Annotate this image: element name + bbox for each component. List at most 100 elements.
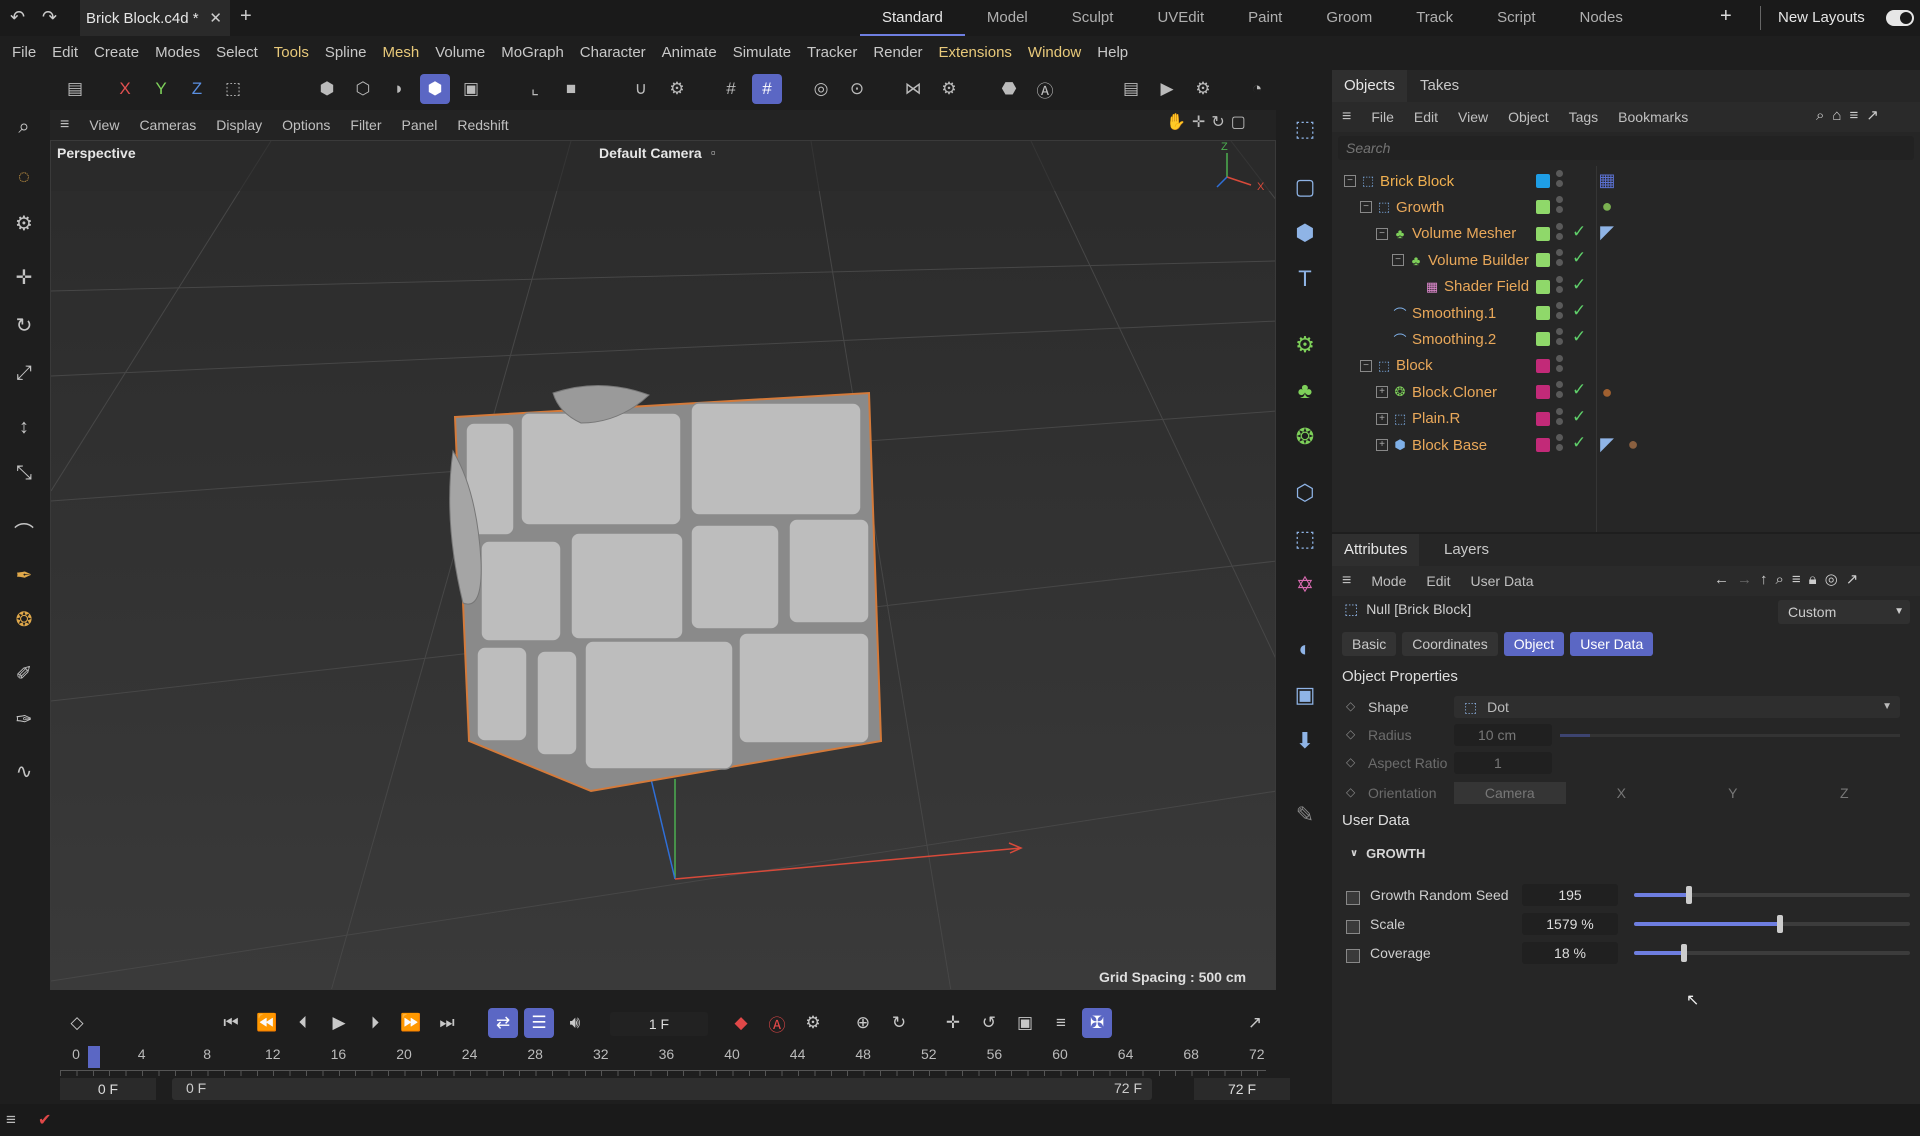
object-row[interactable]: ▦ Shader Field	[1332, 274, 1920, 300]
redshift-icon[interactable]: ◔	[1242, 74, 1272, 104]
menu-render[interactable]: Render	[865, 44, 930, 61]
material-tag-icon[interactable]: ●	[1622, 434, 1644, 456]
key-pla-icon[interactable]: ≡	[1046, 1008, 1076, 1038]
visibility-dots[interactable]	[1556, 170, 1564, 187]
layer-color-swatch[interactable]	[1536, 332, 1550, 347]
key-param-icon[interactable]: ▣	[1010, 1008, 1040, 1038]
menu-volume[interactable]: Volume	[427, 44, 493, 61]
growth-group-header[interactable]: ∨ GROWTH	[1350, 846, 1425, 861]
previous-frame-icon[interactable]: ⏴	[288, 1008, 318, 1038]
playhead[interactable]	[88, 1046, 100, 1068]
search-icon[interactable]: ⌕	[7, 110, 41, 144]
range-slider[interactable]: 0 F 72 F	[172, 1078, 1152, 1100]
layout-tab-paint[interactable]: Paint	[1226, 0, 1304, 36]
material-icon[interactable]: ✎	[1288, 798, 1322, 832]
tab-attributes[interactable]: Attributes	[1332, 534, 1420, 566]
visibility-dots[interactable]	[1556, 249, 1564, 267]
edges-mode-icon[interactable]: ⬡	[348, 74, 378, 104]
generator-icon[interactable]: ⚙	[1288, 328, 1322, 362]
orbit-icon[interactable]: ↻	[1211, 112, 1224, 132]
light-icon[interactable]: ⬇	[1288, 724, 1322, 758]
coordinate-system-icon[interactable]: ⬚	[218, 74, 248, 104]
axis-mode-icon[interactable]: ⌞	[520, 74, 550, 104]
layer-color-swatch[interactable]	[1536, 438, 1550, 452]
move-icon[interactable]: ✛	[7, 260, 41, 294]
aspect-ratio-field[interactable]: 1	[1454, 752, 1552, 774]
effector-icon[interactable]: ❂	[1288, 420, 1322, 454]
param-slider[interactable]	[1634, 944, 1910, 962]
viewport-menu-view[interactable]: View	[79, 117, 129, 133]
auto-mode-icon[interactable]: Ⓐ	[1030, 74, 1060, 104]
menu-tracker[interactable]: Tracker	[799, 44, 865, 61]
key-rotation-icon[interactable]: ↻	[884, 1008, 914, 1038]
objects-menu-tags[interactable]: Tags	[1559, 109, 1609, 125]
keyframe-icon[interactable]: ◇	[62, 1008, 92, 1038]
extrude-icon[interactable]: ⤡	[7, 456, 41, 490]
expand-toggle[interactable]: −	[1344, 175, 1356, 187]
menu-edit[interactable]: Edit	[44, 44, 86, 61]
layout-tab-track[interactable]: Track	[1394, 0, 1475, 36]
next-key-icon[interactable]: ⏩	[396, 1008, 426, 1038]
layout-tab-nodes[interactable]: Nodes	[1557, 0, 1644, 36]
object-row[interactable]: ⌒ Smoothing.2	[1332, 326, 1920, 352]
audio-scrub-icon[interactable]: ☰	[524, 1008, 554, 1038]
material-tag-icon[interactable]: ●	[1596, 382, 1618, 404]
menu-animate[interactable]: Animate	[654, 44, 725, 61]
visibility-dots[interactable]	[1556, 302, 1564, 319]
tab-objects[interactable]: Objects	[1332, 70, 1407, 102]
material-tag-icon[interactable]: ▦	[1596, 170, 1618, 192]
expand-toggle[interactable]: −	[1360, 201, 1372, 214]
sound-icon[interactable]: 🔊︎	[560, 1008, 590, 1038]
visibility-dots[interactable]	[1556, 381, 1564, 399]
mograph-cloner-icon[interactable]: ♣	[1288, 374, 1322, 408]
forward-arrow-icon[interactable]: →	[1737, 571, 1752, 588]
viewport-hamburger-icon[interactable]: ≡	[50, 116, 79, 134]
go-to-start-icon[interactable]: ⏮	[216, 1008, 246, 1038]
menu-tools[interactable]: Tools	[266, 44, 317, 61]
x-axis-lock-icon[interactable]: X	[110, 74, 140, 104]
attributes-menu-edit[interactable]: Edit	[1416, 573, 1460, 589]
layout-tab-standard[interactable]: Standard	[860, 0, 965, 36]
key-interp-icon[interactable]: ✠	[1082, 1008, 1112, 1038]
z-axis-lock-icon[interactable]: Z	[182, 74, 212, 104]
viewport-menu-redshift[interactable]: Redshift	[447, 117, 518, 133]
camera-label[interactable]: Default Camera	[599, 145, 702, 161]
selection-tools-icon[interactable]: ⚙	[7, 206, 41, 240]
layer-color-swatch[interactable]	[1536, 358, 1550, 373]
enabled-check-icon[interactable]: ✓	[1572, 248, 1586, 268]
tag-icon[interactable]: ◤	[1596, 222, 1618, 244]
transform-icon[interactable]: ↕	[7, 410, 41, 444]
move-camera-icon[interactable]: ✛	[1192, 112, 1205, 132]
f-curve-icon[interactable]: ↗	[1240, 1008, 1270, 1038]
points-mode-icon[interactable]: ⬢	[312, 74, 342, 104]
cube-icon[interactable]: ⬢	[1288, 216, 1322, 250]
record-icon[interactable]: ◆	[726, 1008, 756, 1038]
object-row[interactable]: − ⬚ Block	[1332, 353, 1920, 379]
undock-attributes-icon[interactable]: ↗	[1846, 570, 1859, 588]
param-slider-knob[interactable]	[1686, 886, 1693, 904]
key-move-icon[interactable]: ✛	[938, 1008, 968, 1038]
layer-color-swatch[interactable]	[1536, 200, 1550, 215]
layer-color-swatch[interactable]	[1536, 226, 1550, 241]
menu-select[interactable]: Select	[208, 44, 266, 61]
pan-icon[interactable]: ✋	[1166, 112, 1186, 132]
rotate-icon[interactable]: ↻	[7, 308, 41, 342]
maximize-view-icon[interactable]: ▢	[1231, 112, 1246, 132]
workplane-icon[interactable]: #	[752, 74, 782, 104]
objects-menu-view[interactable]: View	[1448, 109, 1498, 125]
menu-spline[interactable]: Spline	[317, 44, 375, 61]
objects-menu-object[interactable]: Object	[1498, 109, 1558, 125]
attributes-menu-user-data[interactable]: User Data	[1461, 573, 1544, 589]
autokey-icon[interactable]: Ⓐ	[762, 1008, 792, 1038]
null-object-icon[interactable]: ⬚	[1288, 112, 1322, 146]
menu-extensions[interactable]: Extensions	[931, 44, 1020, 61]
spline-pen-icon[interactable]: ✑	[7, 702, 41, 736]
key-settings-icon[interactable]: ⚙	[798, 1008, 828, 1038]
text-icon[interactable]: T	[1288, 262, 1322, 296]
param-value-field[interactable]: 195	[1522, 884, 1618, 906]
radius-slider[interactable]	[1560, 733, 1900, 737]
enabled-check-icon[interactable]: ✓	[1572, 380, 1586, 400]
layer-color-swatch[interactable]	[1536, 385, 1550, 400]
visibility-dots[interactable]	[1556, 275, 1564, 293]
expand-toggle[interactable]: −	[1360, 359, 1372, 372]
